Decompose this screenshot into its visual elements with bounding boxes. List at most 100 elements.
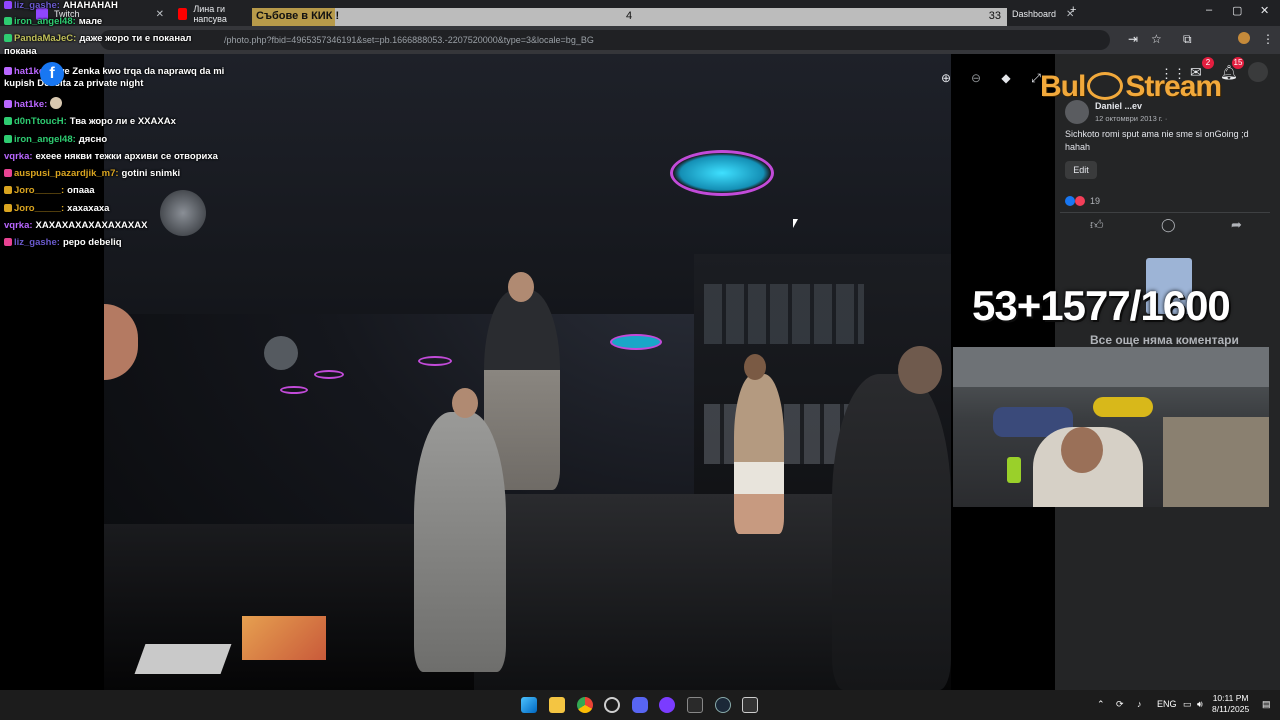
comment-icon[interactable]: ◯ — [1161, 217, 1176, 233]
chat-text: ХАХАХАХАХАХАХАХАХ — [35, 220, 148, 231]
terminal-icon[interactable] — [687, 697, 703, 713]
url-field[interactable]: /photo.php?fbid=4965357346191&set=pb.166… — [100, 30, 1110, 50]
microphone-icon[interactable]: ♪ — [1137, 699, 1142, 709]
tab-label: Dashboard — [1012, 9, 1057, 19]
club-photo[interactable] — [104, 54, 951, 690]
clock-date: 8/11/2025 — [1212, 704, 1250, 714]
partial-person — [104, 304, 138, 380]
minimize-icon[interactable]: – — [1206, 4, 1212, 16]
chat-message: liz_gashe: pepo debeliq — [4, 237, 122, 248]
tray-sync-icon[interactable]: ⟳ — [1116, 699, 1124, 710]
like-reaction-icon — [1065, 196, 1075, 206]
badge-icon — [4, 238, 12, 246]
menu-icon[interactable]: ⋮ — [1262, 32, 1274, 46]
app-icon[interactable] — [604, 697, 620, 713]
chat-message: hat1ke: Awe Zenka kwo trqa da naprawq da … — [4, 66, 224, 77]
streamer-head — [1061, 427, 1103, 473]
reaction-count[interactable]: 19 — [1090, 196, 1100, 206]
system-clock[interactable]: 10:11 PM 8/11/2025 — [1212, 693, 1249, 715]
network-icon[interactable]: ▭ — [1183, 699, 1192, 710]
tag-icon[interactable]: ◆ — [995, 67, 1017, 89]
poll-left-count: 4 — [626, 10, 633, 22]
chat-user: d0nTtoucH: — [14, 116, 67, 127]
badge-icon — [4, 169, 12, 177]
notification-badge: 15 — [1232, 57, 1244, 69]
clock-time: 10:11 PM — [1212, 693, 1249, 703]
extensions-icon[interactable]: ⧉ — [1183, 32, 1192, 47]
chat-message: iron_angel48: дясно — [4, 134, 107, 145]
chat-message: vqrka: ехеее някви тежки архиви се отвори… — [4, 151, 218, 162]
chat-text: АНАНАНАН — [62, 0, 118, 11]
steam-icon[interactable] — [715, 697, 731, 713]
chat-user: auspusi_pazardjik_m7: — [14, 168, 119, 179]
chat-user: liz_gashe: — [14, 0, 60, 11]
person-photographer — [832, 374, 951, 690]
chat-message: покана — [4, 46, 37, 57]
post-date[interactable]: 12 октомври 2013 г. · — [1095, 114, 1167, 123]
notification-center-icon[interactable]: ▤ — [1262, 699, 1271, 710]
chat-text: Awe Zenka kwo trqa da naprawq da mi — [50, 66, 225, 77]
badge-icon — [4, 204, 12, 212]
start-icon[interactable] — [521, 697, 537, 713]
ufo-lamp — [280, 386, 308, 394]
tab-youtube[interactable]: Лина ги напсува — [172, 4, 252, 24]
share-icon[interactable]: ⇥ — [1128, 32, 1138, 46]
taskbar: ⌃ ⟳ ♪ ENG ▭ 🔊︎ 10:11 PM 8/11/2025 ▤ — [0, 690, 1280, 720]
tray-chevron-icon[interactable]: ⌃ — [1097, 699, 1105, 710]
account-avatar[interactable] — [1248, 62, 1268, 82]
chat-text: хахахаха — [67, 203, 110, 214]
love-reaction-icon — [1075, 196, 1085, 206]
photo-viewer: ⊕ ⊖ ◆ ⤢ — [0, 54, 1055, 690]
photo-window — [704, 284, 864, 344]
badge-icon — [4, 1, 12, 9]
foreground-paper — [134, 644, 232, 674]
maximize-icon[interactable]: ▢ — [1232, 4, 1242, 17]
zoom-out-icon[interactable]: ⊖ — [965, 67, 987, 89]
mirror-ball — [160, 190, 206, 236]
person-head — [898, 346, 942, 394]
badge-icon — [4, 17, 12, 25]
epic-games-icon[interactable] — [742, 697, 758, 713]
edit-button[interactable]: Edit — [1065, 161, 1097, 179]
language-indicator[interactable]: ENG — [1157, 699, 1177, 709]
person-grey-suit — [414, 412, 506, 672]
ufo-lamp — [670, 150, 774, 196]
chat-message: vqrka: ХАХАХАХАХАХАХАХАХ — [4, 220, 147, 231]
obs-icon[interactable] — [659, 697, 675, 713]
volume-icon[interactable]: 🔊︎ — [1197, 699, 1203, 710]
post-actions: 👍︎ ◯ ➦ — [1060, 212, 1270, 236]
bookmark-icon[interactable]: ☆ — [1151, 32, 1162, 46]
share-arrow-icon[interactable]: ➦ — [1231, 217, 1242, 233]
close-window-icon[interactable]: ✕ — [1260, 4, 1269, 17]
chat-message: Joro_____: опааа — [4, 185, 95, 196]
ufo-lamp — [610, 334, 662, 350]
poll-right-count: 33 — [988, 10, 1001, 22]
chrome-icon[interactable] — [577, 697, 593, 713]
chat-message: d0nTtoucH: Тва жоро ли е ХХАХАх — [4, 116, 176, 127]
logo-text: Bul — [1040, 70, 1086, 103]
file-explorer-icon[interactable] — [549, 697, 565, 713]
address-bar-area: /photo.php?fbid=4965357346191&set=pb.166… — [0, 26, 1280, 54]
sub-counter: 53+1577/1600 — [972, 282, 1231, 329]
chat-text: покана — [4, 46, 37, 57]
profile-avatar[interactable] — [1238, 32, 1250, 44]
bulstream-logo: Bul Stream — [1040, 70, 1222, 104]
chat-text: pepo debeliq — [62, 237, 122, 248]
discord-icon[interactable] — [632, 697, 648, 713]
tab-dashboard[interactable]: Dashboard ✕ — [1006, 4, 1074, 24]
new-tab-icon[interactable]: + — [1070, 4, 1076, 16]
webcam-car — [1093, 397, 1153, 417]
chat-message: kupish Dessita za private night — [4, 78, 143, 89]
person-head — [452, 388, 478, 418]
emote-icon — [50, 97, 63, 109]
mirror-ball — [264, 336, 298, 370]
facebook-icon[interactable]: f — [40, 62, 64, 86]
chat-message: iron_angel48: мале — [4, 16, 102, 27]
person-woman — [734, 374, 784, 534]
chat-text: дясно — [78, 134, 108, 145]
close-icon[interactable]: ✕ — [156, 9, 164, 20]
zoom-in-icon[interactable]: ⊕ — [935, 67, 957, 89]
like-icon[interactable]: 👍︎ — [1090, 217, 1104, 233]
chat-user: PandaMaJeC: — [14, 33, 77, 44]
chat-user: vqrka: — [4, 151, 33, 162]
